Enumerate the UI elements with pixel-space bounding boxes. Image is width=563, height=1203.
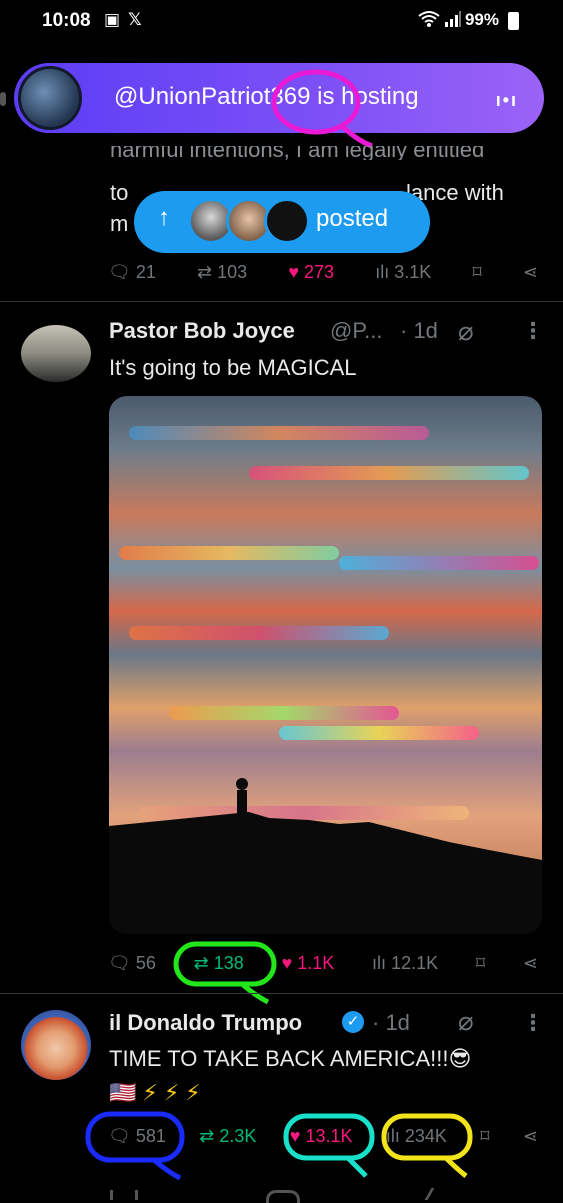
verified-badge-icon[interactable]: ✓ bbox=[342, 1011, 364, 1033]
status-bar: 10:08 ▣ 𝕏 99% bbox=[0, 0, 563, 44]
reply-button[interactable]: 🗨 21 bbox=[108, 262, 156, 283]
tweet-emoji-line: 🇺🇸⚡⚡⚡ bbox=[109, 1080, 207, 1105]
reply-icon: 🗨 bbox=[108, 262, 131, 282]
partial-tweet-line2-start: to bbox=[110, 180, 129, 205]
author-handle[interactable]: @P... bbox=[330, 318, 383, 344]
repost-button[interactable]: ⇄ 103 bbox=[197, 262, 247, 283]
yellow-annotation-circle bbox=[381, 1113, 473, 1178]
space-host-avatar[interactable] bbox=[18, 66, 82, 130]
reply-button[interactable]: 🗨 56 bbox=[108, 953, 156, 974]
share-icon: ⋖ bbox=[522, 953, 538, 973]
views-button[interactable]: ılı 12.1K bbox=[372, 953, 438, 974]
avatar-pastor-bob[interactable] bbox=[21, 325, 91, 382]
views-icon: ılı bbox=[372, 953, 387, 973]
author-name[interactable]: il Donaldo Trumpo bbox=[109, 1010, 302, 1036]
author-name[interactable]: Pastor Bob Joyce bbox=[109, 318, 295, 344]
tweet-text: It's going to be MAGICAL bbox=[109, 355, 357, 380]
share-icon: ⋖ bbox=[522, 262, 538, 282]
share-button[interactable]: ⋖ bbox=[523, 262, 538, 283]
image-icon: ▣ bbox=[104, 10, 121, 29]
tweet-time: · 1d bbox=[372, 1010, 410, 1035]
status-time: 10:08 bbox=[42, 10, 91, 31]
tweet-divider bbox=[0, 301, 563, 302]
share-button[interactable]: ⋖ bbox=[523, 1126, 538, 1147]
like-button[interactable]: ♥ 1.1K bbox=[282, 953, 335, 974]
left-edge-indicator bbox=[0, 92, 6, 106]
battery-icon bbox=[508, 12, 519, 30]
repost-button[interactable]: ⇄ 2.3K bbox=[199, 1126, 256, 1147]
repost-icon: ⇄ bbox=[197, 262, 213, 282]
tweet-text: TIME TO TAKE BACK AMERICA!!!😎 bbox=[109, 1046, 472, 1071]
tweet-image-iridescent-sky[interactable] bbox=[109, 396, 542, 934]
nav-back-icon[interactable] bbox=[424, 1188, 445, 1200]
heart-icon: ♥ bbox=[281, 953, 293, 973]
views-icon: ılı bbox=[375, 262, 390, 282]
bookmark-icon: ⌑ bbox=[480, 1126, 490, 1146]
signal-icon bbox=[444, 10, 462, 33]
bookmark-icon: ⌑ bbox=[472, 262, 482, 282]
green-annotation-circle bbox=[173, 941, 277, 1005]
grok-icon[interactable]: ⌀ bbox=[458, 1006, 474, 1037]
heart-icon: ♥ bbox=[288, 262, 300, 282]
new-posts-pill[interactable]: ↑ posted bbox=[134, 191, 430, 253]
repost-icon: ⇄ bbox=[199, 1126, 215, 1146]
cyan-annotation-circle bbox=[283, 1113, 375, 1178]
x-logo-icon: 𝕏 bbox=[128, 10, 142, 29]
bookmark-button[interactable]: ⌑ bbox=[472, 262, 481, 283]
tweet-divider bbox=[0, 993, 563, 994]
more-options-icon[interactable]: ⋮ bbox=[522, 318, 544, 344]
share-button[interactable]: ⋖ bbox=[523, 953, 538, 974]
views-button[interactable]: ılı 3.1K bbox=[375, 262, 431, 283]
poster-avatar-3 bbox=[264, 198, 310, 244]
reply-icon: 🗨 bbox=[108, 953, 131, 973]
bookmark-button[interactable]: ⌑ bbox=[480, 1126, 489, 1147]
tweet-time: · 1d bbox=[400, 318, 438, 343]
bookmark-button[interactable]: ⌑ bbox=[476, 953, 485, 974]
bookmark-icon: ⌑ bbox=[475, 953, 486, 973]
posted-label: posted bbox=[316, 205, 389, 232]
avatar-il-donaldo[interactable] bbox=[21, 1010, 91, 1080]
nav-recents-icon[interactable] bbox=[110, 1190, 138, 1200]
arrow-up-icon: ↑ bbox=[158, 204, 170, 231]
blue-annotation-circle bbox=[85, 1111, 185, 1180]
more-options-icon[interactable]: ⋮ bbox=[522, 1010, 544, 1036]
partial-tweet-line1: harmful intentions, I am legally entitle… bbox=[110, 146, 485, 160]
wifi-icon bbox=[418, 10, 440, 33]
share-icon: ⋖ bbox=[522, 1126, 538, 1146]
like-button[interactable]: ♥ 273 bbox=[288, 262, 334, 283]
audio-bars-icon: ı•ı bbox=[495, 90, 518, 110]
nav-home-icon[interactable] bbox=[266, 1190, 300, 1203]
partial-tweet-actions: 🗨 21 ⇄ 103 ♥ 273 ılı 3.1K ⌑ ⋖ bbox=[108, 262, 538, 283]
magenta-annotation-circle bbox=[271, 69, 373, 149]
grok-icon[interactable]: ⌀ bbox=[458, 316, 474, 347]
battery-percent: 99% bbox=[464, 10, 499, 29]
